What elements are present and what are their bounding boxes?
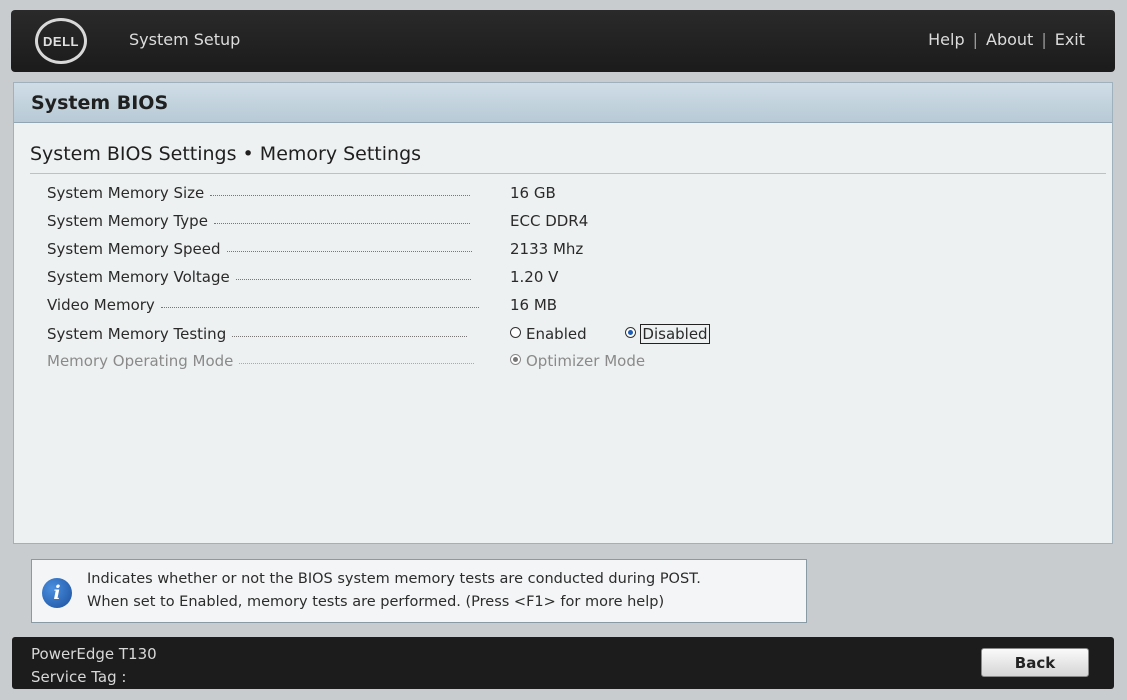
dell-logo-icon: DELL <box>35 18 87 64</box>
help-box: i Indicates whether or not the BIOS syst… <box>31 559 807 623</box>
setting-row-memory-operating-mode: Memory Operating Mode Optimizer Mode <box>47 350 1047 372</box>
help-link[interactable]: Help <box>928 30 964 49</box>
leader-dots <box>210 194 471 196</box>
help-line: When set to Enabled, memory tests are pe… <box>87 594 665 610</box>
leader-dots <box>160 306 479 308</box>
help-line: Indicates whether or not the BIOS system… <box>87 571 701 587</box>
separator: | <box>972 30 978 49</box>
top-bar: DELL System Setup Help | About | Exit <box>11 10 1115 72</box>
leader-dots <box>213 222 470 224</box>
radio-unchecked-icon <box>510 327 521 339</box>
setting-row-memory-type: System Memory Type ECC DDR4 <box>47 210 1047 232</box>
setting-value: 2133 Mhz <box>510 240 584 258</box>
setting-label: Video Memory <box>47 296 155 314</box>
setting-label: Memory Operating Mode <box>47 352 234 370</box>
leader-dots <box>239 362 475 364</box>
setting-value: 1.20 V <box>510 268 559 286</box>
service-tag: Service Tag : <box>31 668 127 686</box>
setting-row-memory-voltage: System Memory Voltage 1.20 V <box>47 266 1047 288</box>
leader-dots <box>226 250 472 252</box>
setting-label: System Memory Type <box>47 212 208 230</box>
setting-label: System Memory Testing <box>47 325 227 343</box>
radio-checked-icon <box>510 354 521 366</box>
back-button[interactable]: Back <box>981 648 1089 677</box>
setting-value: 16 GB <box>510 184 556 202</box>
memory-testing-enabled-radio[interactable]: Enabled <box>510 325 587 343</box>
memory-operating-mode-options: Optimizer Mode <box>510 352 645 371</box>
divider <box>30 173 1106 174</box>
optimizer-mode-radio: Optimizer Mode <box>510 352 645 370</box>
help-text: Indicates whether or not the BIOS system… <box>87 568 701 614</box>
separator: | <box>1041 30 1047 49</box>
page-title: System BIOS Settings • Memory Settings <box>30 143 422 165</box>
memory-testing-disabled-radio[interactable]: Disabled <box>625 323 710 344</box>
leader-dots <box>235 278 471 280</box>
setting-label: System Memory Speed <box>47 240 221 258</box>
option-label: Enabled <box>526 324 587 343</box>
panel-title: System BIOS <box>14 83 1112 123</box>
setting-value: 16 MB <box>510 296 558 314</box>
app-title: System Setup <box>129 30 241 49</box>
info-icon: i <box>42 578 72 608</box>
setting-label: System Memory Voltage <box>47 268 230 286</box>
bottom-bar: PowerEdge T130 Service Tag : Back <box>12 637 1114 689</box>
top-links: Help | About | Exit <box>928 30 1085 49</box>
setting-row-memory-size: System Memory Size 16 GB <box>47 182 1047 204</box>
model-name: PowerEdge T130 <box>31 645 157 663</box>
memory-testing-options: Enabled Disabled <box>510 323 710 344</box>
option-label: Optimizer Mode <box>526 351 646 370</box>
setting-row-memory-testing: System Memory Testing Enabled Disabled <box>47 323 1047 345</box>
setting-row-memory-speed: System Memory Speed 2133 Mhz <box>47 238 1047 260</box>
option-label: Disabled <box>640 323 710 344</box>
exit-link[interactable]: Exit <box>1055 30 1085 49</box>
setting-row-video-memory: Video Memory 16 MB <box>47 294 1047 316</box>
about-link[interactable]: About <box>986 30 1033 49</box>
leader-dots <box>232 335 468 337</box>
radio-checked-icon <box>625 327 637 339</box>
setting-value: ECC DDR4 <box>510 212 589 230</box>
main-panel: System BIOS System BIOS Settings • Memor… <box>13 82 1113 544</box>
setting-label: System Memory Size <box>47 184 205 202</box>
